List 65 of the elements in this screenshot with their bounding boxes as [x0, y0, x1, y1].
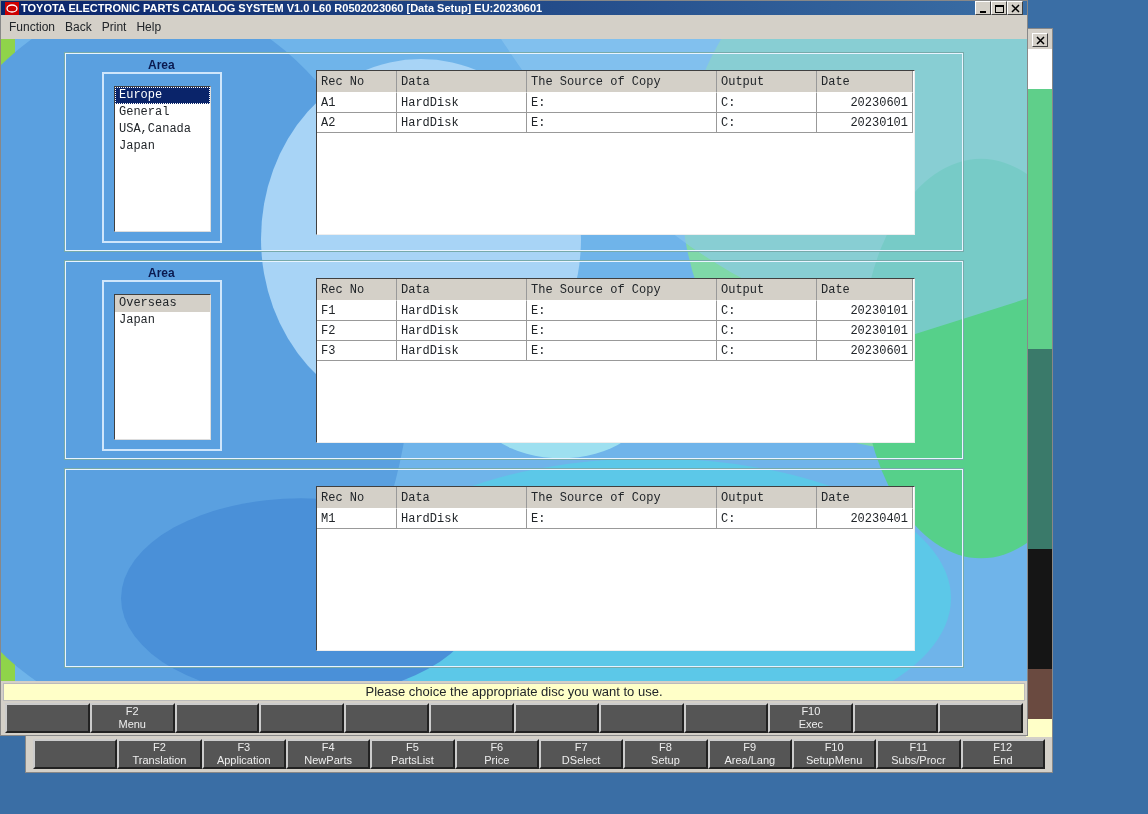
function-key[interactable]: F4 NewParts	[286, 739, 371, 769]
key-caption: Translation	[132, 754, 187, 767]
function-key[interactable]: F10 Exec	[768, 703, 854, 733]
key-label: F3	[237, 741, 251, 754]
key-caption: DSelect	[561, 754, 601, 767]
key-caption: Price	[484, 754, 510, 767]
key-caption: Setup	[651, 754, 680, 767]
function-key[interactable]	[938, 703, 1023, 733]
function-key[interactable]	[683, 703, 769, 733]
key-label: F2	[125, 705, 139, 718]
minimize-button[interactable]	[975, 1, 991, 15]
key-caption: PartsList	[391, 754, 434, 767]
key-label: F10	[801, 705, 821, 718]
close-button[interactable]	[1007, 1, 1023, 15]
key-label: F7	[574, 741, 588, 754]
key-label: F4	[321, 741, 335, 754]
key-label: F10	[824, 741, 844, 754]
key-label: F11	[909, 741, 928, 754]
function-key[interactable]	[344, 703, 430, 733]
app-icon	[5, 1, 19, 15]
key-label: F9	[743, 741, 757, 754]
close-icon	[1010, 4, 1020, 13]
key-caption: SetupMenu	[806, 754, 863, 767]
menu-item[interactable]: Function	[9, 18, 56, 36]
maximize-icon	[994, 4, 1004, 13]
menu-item[interactable]: Help	[136, 18, 162, 36]
function-key[interactable]	[5, 703, 90, 733]
menu-item[interactable]: Print	[101, 18, 127, 36]
function-key[interactable]: F11 Subs/Procr	[876, 739, 961, 769]
function-key[interactable]	[33, 739, 118, 769]
function-key[interactable]: F3 Application	[201, 739, 286, 769]
key-caption: NewParts	[304, 754, 352, 767]
key-caption: Subs/Procr	[891, 754, 946, 767]
function-key[interactable]: F2 Menu	[89, 703, 175, 733]
key-label: F6	[490, 741, 504, 754]
function-key[interactable]: F7 DSelect	[538, 739, 624, 769]
key-caption: End	[993, 754, 1013, 767]
key-label: F2	[153, 741, 166, 754]
maximize-button[interactable]	[991, 1, 1007, 15]
function-key[interactable]	[429, 703, 514, 733]
window-title: TOYOTA ELECTRONIC PARTS CATALOG SYSTEM V1.0 L60 R0502023060 [Data Setup] EU:20230601	[21, 1, 543, 15]
menu-item[interactable]: Back	[65, 18, 92, 36]
close-icon	[1035, 36, 1045, 45]
function-key[interactable]	[174, 703, 260, 733]
key-caption: Application	[216, 754, 271, 767]
key-label: F8	[659, 741, 672, 754]
function-key[interactable]: F12 End	[960, 739, 1045, 769]
key-label: F12	[993, 741, 1013, 754]
status-bar: Please choice the appropriate disc you want to use.	[3, 683, 1025, 701]
function-key[interactable]: F9 Area/Lang	[707, 739, 792, 769]
key-caption: Exec	[798, 718, 824, 731]
minimize-icon	[980, 10, 986, 13]
key-label: F5	[406, 741, 419, 754]
key-caption: Area/Lang	[724, 754, 776, 767]
close-button[interactable]	[1032, 33, 1048, 47]
function-key[interactable]: F2 Translation	[117, 739, 202, 769]
function-key[interactable]	[853, 703, 939, 733]
function-key[interactable]: F5 PartsList	[370, 739, 455, 769]
key-caption: Menu	[118, 718, 146, 731]
function-key[interactable]: F6 Price	[454, 739, 539, 769]
function-key[interactable]	[598, 703, 684, 733]
function-key[interactable]	[259, 703, 345, 733]
function-key[interactable]	[513, 703, 599, 733]
function-key[interactable]: F10 SetupMenu	[791, 739, 877, 769]
function-key[interactable]: F8 Setup	[623, 739, 708, 769]
